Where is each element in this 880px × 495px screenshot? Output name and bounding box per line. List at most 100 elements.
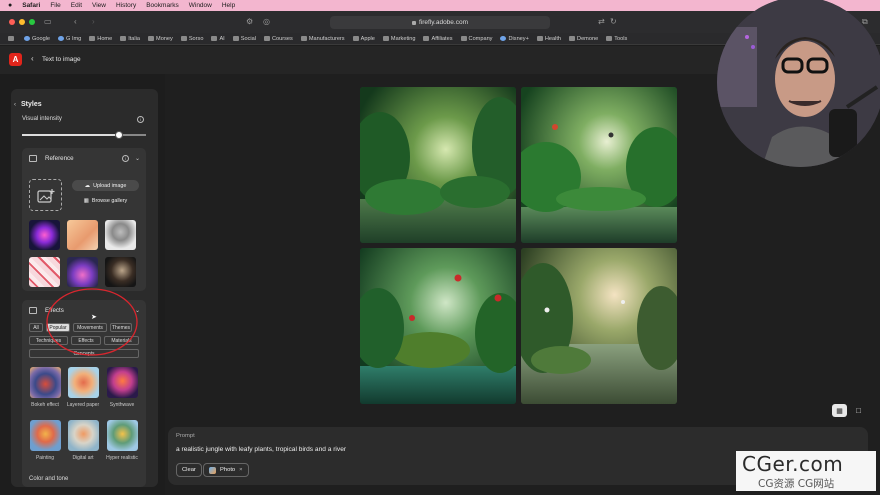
settings-icon[interactable]: ⚙ [246, 17, 253, 26]
slider-fill [22, 134, 119, 136]
effect-thumbnail-painting[interactable] [30, 420, 61, 451]
bookmark-folder-marketing[interactable]: Marketing [382, 36, 415, 42]
bookmark-folder-italia[interactable]: Italia [120, 36, 140, 42]
folder-icon [180, 36, 187, 41]
tab-all[interactable]: All [29, 323, 43, 332]
browse-gallery-button[interactable]: ▦ Browse gallery [72, 195, 139, 206]
arrow-left-icon[interactable]: ‹ [31, 54, 34, 63]
sidebar-toggle-icon[interactable]: ▭ [44, 17, 52, 26]
photo-chip[interactable]: Photo × [203, 463, 249, 477]
folder-icon [89, 36, 96, 41]
generated-image-1[interactable] [360, 87, 516, 243]
folder-icon [423, 36, 430, 41]
bookmark-g-img[interactable]: G Img [58, 36, 81, 42]
address-bar[interactable]: firefly.adobe.com [330, 16, 550, 29]
bookmark-folder-demone[interactable]: Demone [569, 36, 598, 42]
folder-icon [264, 36, 270, 41]
menu-edit[interactable]: Edit [71, 2, 82, 9]
upload-cloud-icon: ☁ [84, 182, 91, 189]
bookmark-folder-courses[interactable]: Courses [264, 36, 293, 42]
bookmark-folder-company[interactable]: Company [460, 36, 492, 42]
menu-help[interactable]: Help [222, 2, 235, 9]
safari-window: { "menubar": { "items": ["Safari", "File… [0, 0, 880, 495]
bookmark-folder-manufacturers[interactable]: Manufacturers [300, 36, 345, 42]
effect-thumbnail-digital-art[interactable] [68, 420, 99, 451]
effect-thumbnail-layered-paper[interactable] [68, 367, 99, 398]
bookmark-disney[interactable]: Disney+ [500, 36, 529, 42]
upload-image-button[interactable]: ☁ Upload image [72, 180, 139, 191]
effect-thumbnail-synthwave[interactable] [107, 367, 138, 398]
menu-file[interactable]: File [50, 2, 60, 9]
reference-thumbnail[interactable] [67, 257, 98, 287]
effect-thumbnail-bokeh[interactable] [30, 367, 61, 398]
close-window-button[interactable] [9, 19, 15, 25]
prompt-input[interactable]: a realistic jungle with leafy plants, tr… [176, 446, 346, 453]
chevron-down-icon[interactable]: ⌄ [135, 155, 140, 162]
visual-intensity-slider[interactable] [22, 130, 146, 139]
collapse-chevron-icon[interactable]: ‹ [14, 102, 16, 108]
effect-label: Synthwave [109, 402, 135, 408]
reference-thumbnail[interactable] [105, 220, 136, 250]
bookmark-folder-apple[interactable]: Apple [352, 36, 375, 42]
color-and-tone-label[interactable]: Color and tone [29, 476, 68, 482]
minimize-window-button[interactable] [19, 19, 25, 25]
folder-icon [536, 36, 543, 41]
photo-thumbnail-icon [209, 466, 216, 474]
back-icon[interactable]: ‹ [74, 17, 77, 26]
reference-thumbnail[interactable] [67, 220, 98, 250]
adobe-logo-icon[interactable]: A [9, 53, 22, 66]
square-icon: □ [856, 406, 861, 415]
effect-thumbnail-hyper-realistic[interactable] [107, 420, 138, 451]
bookmark-folder-affiliates[interactable]: Affiliates [423, 36, 453, 42]
apple-icon[interactable]: ● [8, 2, 12, 9]
menu-history[interactable]: History [116, 2, 136, 9]
bookmark-folder-tools[interactable]: Tools [606, 36, 627, 42]
watermark-line2: CG资源 CG网站 [758, 478, 835, 490]
bookmark-google[interactable]: Google [24, 36, 50, 42]
bookmark-folder-ai[interactable]: AI [211, 36, 225, 42]
close-icon[interactable]: × [239, 467, 242, 473]
webcam-overlay [717, 0, 880, 167]
forward-icon[interactable]: › [92, 17, 95, 26]
reference-thumbnail[interactable] [29, 257, 60, 287]
globe-icon [24, 36, 30, 41]
info-icon[interactable]: i [122, 155, 129, 162]
window-controls [9, 19, 35, 25]
reload-icon[interactable]: ↻ [610, 17, 617, 26]
back-to-text-to-image[interactable]: Text to image [42, 56, 81, 63]
menu-safari[interactable]: Safari [22, 2, 40, 9]
generated-image-3[interactable] [360, 248, 516, 404]
bookmarks-sidebar-icon[interactable] [8, 36, 16, 41]
clear-button[interactable]: Clear [176, 463, 202, 477]
generated-image-4[interactable] [521, 248, 677, 404]
bookmark-folder-social[interactable]: Social [232, 36, 256, 42]
folder-icon [148, 36, 155, 41]
reference-thumbnail[interactable] [29, 220, 60, 250]
folder-icon [300, 36, 307, 41]
bookmark-folder-money[interactable]: Money [148, 36, 173, 42]
zoom-window-button[interactable] [29, 19, 35, 25]
slider-thumb[interactable] [114, 130, 123, 139]
menu-bookmarks[interactable]: Bookmarks [146, 2, 179, 9]
menu-window[interactable]: Window [189, 2, 212, 9]
globe-icon [58, 36, 65, 41]
watermark-line1: CGer.com [742, 452, 844, 476]
reference-thumbnail[interactable] [105, 257, 136, 287]
privacy-shield-icon[interactable]: ◎ [263, 17, 270, 26]
bookmark-folder-sorso[interactable]: Sorso [180, 36, 203, 42]
grid-view-button[interactable]: ▦ [832, 404, 847, 417]
reference-header[interactable]: Reference [29, 155, 74, 162]
visual-intensity-label: Visual intensity [22, 116, 62, 122]
bookmark-folder-home[interactable]: Home [89, 36, 112, 42]
image-drop-zone[interactable] [29, 179, 62, 211]
translate-icon[interactable]: ⇄ [598, 17, 605, 26]
watermark: CGer.com CG资源 CG网站 [736, 451, 876, 491]
lock-icon [411, 20, 416, 25]
info-icon[interactable]: i [137, 116, 144, 123]
generated-image-2[interactable] [521, 87, 677, 243]
menu-view[interactable]: View [92, 2, 106, 9]
single-view-button[interactable]: □ [851, 404, 866, 417]
bookmark-folder-health[interactable]: Health [536, 36, 561, 42]
settings-sidebar: ‹ Styles Visual intensity i Reference i … [11, 89, 158, 487]
folder-icon [211, 36, 218, 41]
